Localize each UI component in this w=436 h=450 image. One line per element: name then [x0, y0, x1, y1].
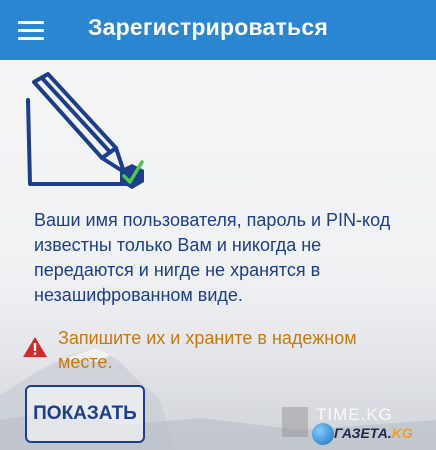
hamburger-menu-icon[interactable] [18, 15, 48, 45]
page-title: Зарегистрироваться [88, 14, 328, 40]
watermark: TIME.KG ГАЗЕТА.KG [282, 405, 434, 448]
content-area: Ваши имя пользователя, пароль и PIN-код … [0, 60, 436, 450]
watermark-gazeta-text: ГАЗЕТА. [334, 425, 392, 441]
app-bar: Зарегистрироваться [0, 0, 436, 60]
warning-triangle-icon [23, 337, 47, 357]
watermark-gazeta-kg: ГАЗЕТА.KG [334, 425, 413, 441]
globe-icon [312, 423, 334, 445]
show-button[interactable]: ПОКАЗАТЬ [25, 385, 145, 443]
warning-text: Запишите их и храните в надежном месте. [58, 328, 357, 372]
watermark-time-kg: TIME.KG [316, 405, 393, 424]
watermark-kg-text: KG [391, 425, 413, 441]
pencil-signature-shield-icon [26, 72, 144, 189]
security-info-text: Ваши имя пользователя, пароль и PIN-код … [34, 210, 391, 305]
hourglass-icon [282, 407, 308, 437]
